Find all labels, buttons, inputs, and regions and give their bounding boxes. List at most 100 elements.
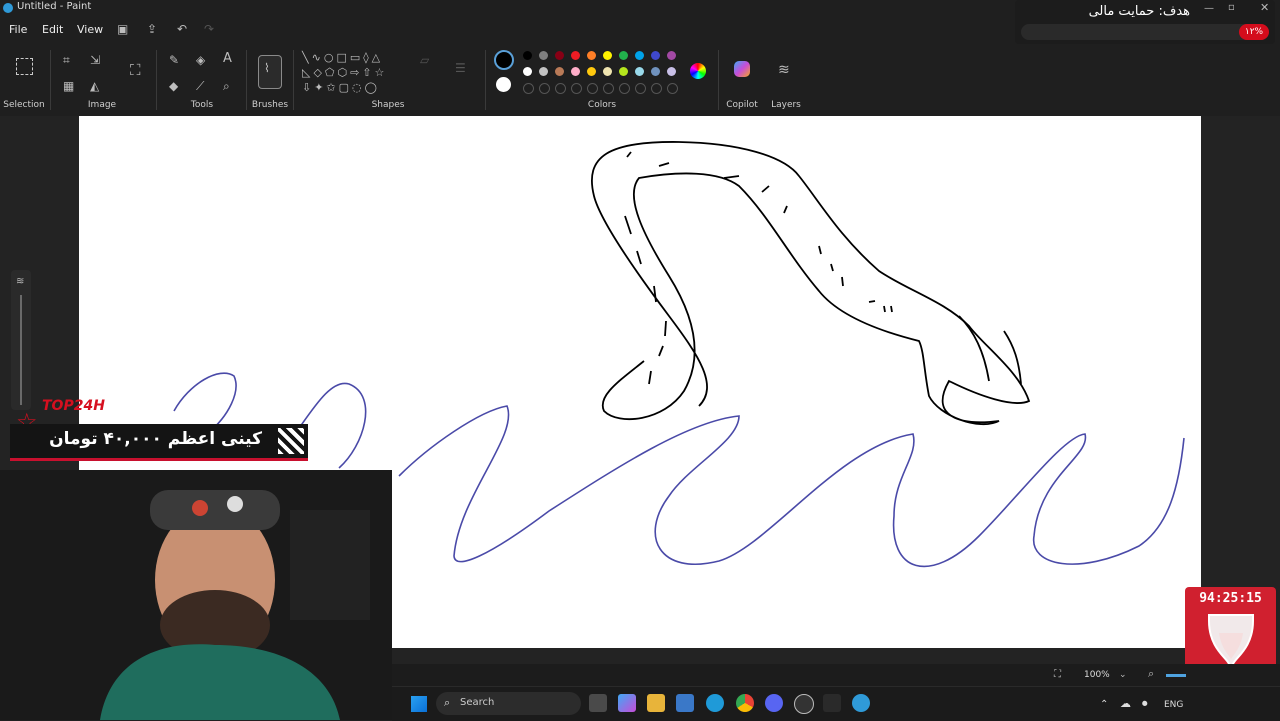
ribbon: Selection ⌗ ⇲ ▦ ◭ ⛶ Image ✎ ◈ A ◆ ⟋ ⌕ To… [0,42,1280,117]
group-label-layers: Layers [771,100,801,110]
crop-icon[interactable]: ⌗ [63,54,70,66]
save-icon[interactable]: ▣ [117,23,128,35]
color-swatch[interactable] [523,51,532,60]
secondary-color-swatch[interactable] [496,77,511,92]
resize-icon[interactable]: ⇲ [90,54,100,66]
magnifier-icon[interactable]: ⌕ [223,80,230,92]
zoom-level[interactable]: 100% [1084,670,1110,680]
custom-color-slot[interactable] [635,83,646,94]
discord-icon[interactable] [765,694,783,712]
color-swatch[interactable] [539,51,548,60]
outline-icon[interactable]: ▱ [420,54,429,66]
menu-edit[interactable]: Edit [42,23,63,36]
pencil-icon[interactable]: ✎ [169,54,179,66]
obs-icon[interactable] [794,694,814,714]
color-swatch[interactable] [587,51,596,60]
custom-color-slot[interactable] [667,83,678,94]
cloud-icon[interactable]: ☁ [1120,697,1131,710]
custom-color-slot[interactable] [603,83,614,94]
file-explorer-icon[interactable] [647,694,665,712]
slider-handle-icon[interactable]: ≋ [16,276,24,288]
close-icon[interactable]: ✕ [1260,1,1269,14]
custom-color-slot[interactable] [523,83,534,94]
tray-chevron-icon[interactable]: ⌃ [1100,699,1108,710]
zoom-dropdown-icon[interactable]: ⌄ [1119,669,1127,681]
color-swatch[interactable] [651,67,660,76]
maximize-icon[interactable]: ▫ [1228,2,1235,13]
language-indicator[interactable]: ENG [1164,700,1183,710]
store-icon[interactable] [676,694,694,712]
vertical-slider-track[interactable] [20,295,22,405]
zoom-out-icon[interactable]: ⌕ [1148,668,1154,680]
color-swatch[interactable] [523,67,532,76]
fit-icon[interactable]: ⛶ [1054,669,1061,681]
color-swatch[interactable] [651,51,660,60]
undo-icon[interactable]: ↶ [177,23,187,35]
divider [293,50,294,110]
custom-color-slot[interactable] [571,83,582,94]
donation-banner: کینی اعظم ۴۰,۰۰۰ تومان [10,424,308,461]
custom-color-slot[interactable] [651,83,662,94]
timer-text: 94:25:15 [1199,591,1262,606]
selection-icon[interactable] [16,58,33,75]
color-swatch[interactable] [555,51,564,60]
color-swatch[interactable] [571,51,580,60]
start-icon[interactable] [411,696,427,712]
color-swatch[interactable] [587,67,596,76]
color-swatch[interactable] [635,67,644,76]
app-icon[interactable] [823,694,841,712]
webcam-feed [0,470,392,720]
group-label-colors: Colors [587,100,617,110]
brushes-button[interactable]: ⌇ [258,55,282,89]
shapes-gallery[interactable]: ╲∿○□▭◊△ ◺◇⬠⬡⇨⇧☆ ⇩✦✩▢◌◯ [302,50,406,98]
minimize-icon[interactable]: — [1204,3,1214,14]
color-swatch[interactable] [619,51,628,60]
color-swatch[interactable] [555,67,564,76]
primary-color-swatch[interactable] [494,50,514,70]
snake-markings [624,151,1022,385]
menu-file[interactable]: File [9,23,27,36]
menu-view[interactable]: View [77,23,103,36]
group-label-image: Image [87,100,117,110]
color-picker-icon[interactable]: ⟋ [196,80,204,92]
copilot-icon[interactable] [734,61,750,77]
custom-color-slot[interactable] [619,83,630,94]
color-swatch[interactable] [571,67,580,76]
task-view-icon[interactable] [589,694,607,712]
eraser-icon[interactable]: ◆ [169,80,178,92]
color-swatch[interactable] [667,67,676,76]
microphone-icon[interactable]: ⏺ [1142,697,1148,711]
color-swatch[interactable] [603,67,612,76]
custom-color-slot[interactable] [587,83,598,94]
taskbar-search[interactable]: ⌕ Search [436,692,581,715]
fill-icon[interactable]: ◈ [196,54,205,66]
qr-pattern-icon [278,428,304,454]
color-swatch[interactable] [539,67,548,76]
color-swatch[interactable] [635,51,644,60]
redo-icon[interactable]: ↷ [204,23,214,35]
share-icon[interactable]: ⇪ [147,23,157,35]
divider [485,50,486,110]
group-label-shapes: Shapes [371,100,405,110]
paint-taskbar-icon[interactable] [852,694,870,712]
copilot-taskbar-icon[interactable] [618,694,636,712]
image-options-icon[interactable]: ⛶ [130,63,141,78]
rotate-icon[interactable]: ◭ [90,80,99,92]
snake-outline [591,141,1031,426]
edge-icon[interactable] [706,694,724,712]
goal-percent-badge: ۱۲% [1239,24,1269,40]
custom-color-slot[interactable] [539,83,550,94]
color-swatch[interactable] [603,51,612,60]
color-swatch[interactable] [619,67,628,76]
text-icon[interactable]: A [223,52,232,65]
chrome-icon[interactable] [736,694,754,712]
layers-icon[interactable]: ≋ [778,63,790,77]
brush-icon: ⌇ [264,61,270,75]
custom-color-slot[interactable] [555,83,566,94]
select-all-icon[interactable]: ▦ [63,80,74,92]
stream-brand-logo: TOP24H [42,398,105,414]
size-icon[interactable]: ☰ [455,62,466,74]
color-swatch[interactable] [667,51,676,60]
edit-colors-icon[interactable] [690,63,706,79]
zoom-slider[interactable] [1166,674,1186,677]
